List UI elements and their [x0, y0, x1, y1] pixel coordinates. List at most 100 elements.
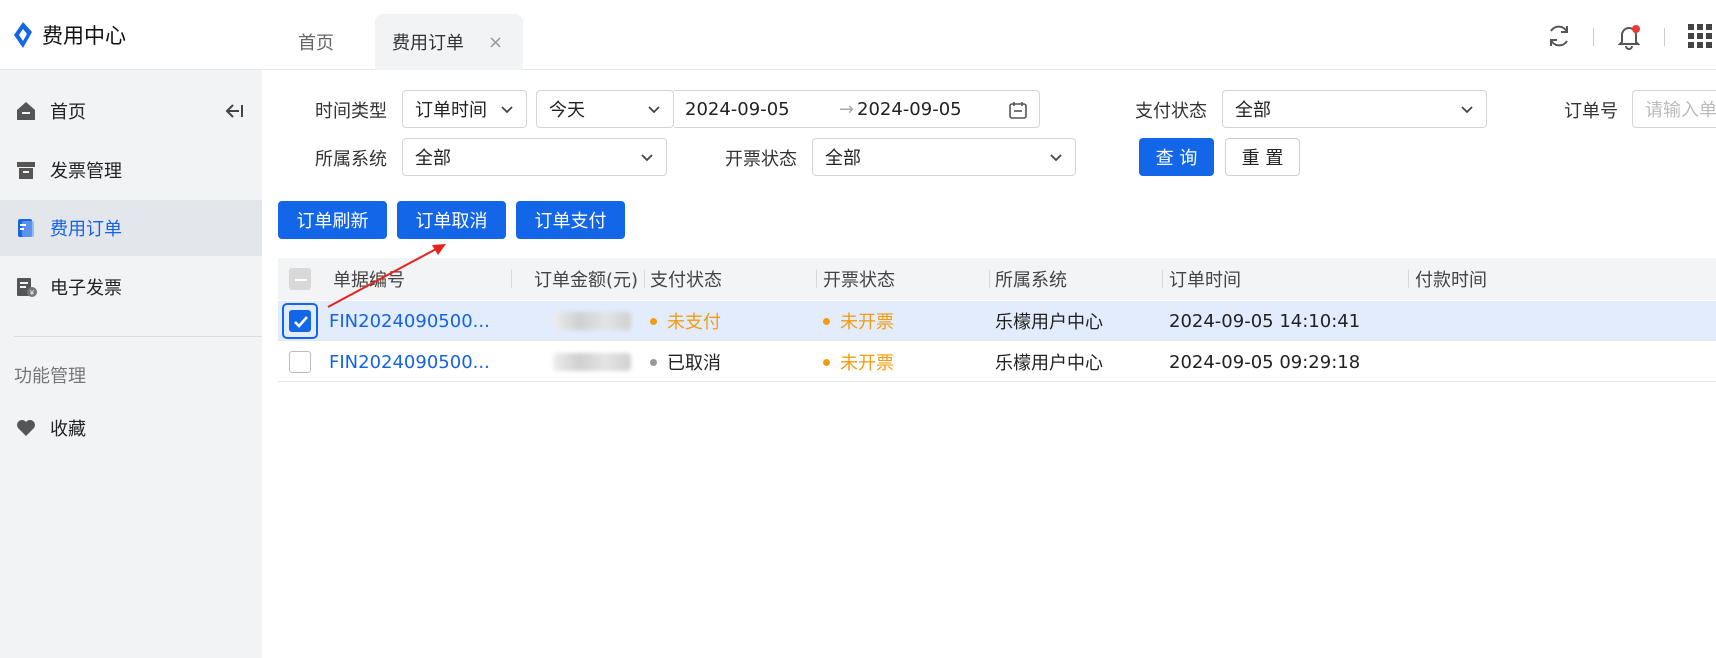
sidebar-item-label: 费用订单	[50, 219, 122, 240]
sidebar-item-home[interactable]: 首页	[0, 83, 262, 139]
sidebar-item-label: 收藏	[50, 419, 86, 440]
invoice-box-icon	[17, 162, 35, 179]
order-no-input[interactable]: 请输入单	[1632, 90, 1716, 128]
e-invoice-icon: ¥	[17, 278, 37, 297]
pay-status-cell: 已取消	[650, 342, 721, 382]
table-row[interactable]: FIN2024090500... 未支付 未开票 乐檬用户中心 2024-09-…	[278, 301, 1716, 341]
table-header: 单据编号 订单金额(元) 支付状态 开票状态 所属系统 订单时间 付款时间	[278, 258, 1716, 300]
row-checkbox[interactable]	[289, 310, 311, 332]
column-header-doc-no[interactable]: 单据编号	[333, 258, 405, 300]
time-type-select[interactable]: 订单时间	[402, 90, 527, 128]
invoice-status-cell: 未开票	[823, 301, 894, 341]
order-pay-button[interactable]: 订单支付	[516, 201, 625, 239]
sidebar-group-title: 功能管理	[14, 366, 86, 387]
period-value: 今天	[549, 100, 585, 121]
sidebar-divider	[14, 336, 262, 337]
system-value: 全部	[415, 148, 451, 169]
sidebar-item-label: 首页	[50, 102, 86, 123]
pay-status-cell: 未支付	[650, 301, 721, 341]
tab-fee-orders-label: 费用订单	[392, 33, 464, 54]
order-no-label: 订单号	[1564, 101, 1618, 122]
system-cell: 乐檬用户中心	[995, 353, 1103, 374]
system-select[interactable]: 全部	[402, 138, 667, 176]
period-select[interactable]: 今天	[536, 90, 674, 128]
column-divider	[989, 270, 990, 288]
notification-bell-icon[interactable]	[1615, 22, 1643, 50]
calendar-icon	[1009, 102, 1027, 119]
heart-icon	[17, 420, 35, 436]
order-doc-icon	[18, 219, 34, 237]
order-cancel-button[interactable]: 订单取消	[397, 201, 506, 239]
collapse-sidebar-icon[interactable]	[224, 101, 244, 121]
app-logo: 费用中心	[12, 20, 126, 50]
invoice-status-text: 未开票	[840, 353, 894, 374]
chevron-down-icon	[501, 106, 513, 114]
chevron-down-icon	[648, 106, 660, 114]
tab-home[interactable]: 首页	[298, 14, 334, 70]
time-type-value: 订单时间	[415, 100, 487, 121]
app-root: 费用中心 首页 费用订单 × 首页 发票管理 费用订单 ¥ 电子发票 功能管理 …	[0, 0, 1716, 658]
row-checkbox[interactable]	[289, 351, 311, 373]
column-header-system[interactable]: 所属系统	[995, 258, 1067, 300]
chevron-down-icon	[641, 154, 653, 162]
doc-no-link[interactable]: FIN2024090500...	[329, 342, 490, 382]
chevron-down-icon	[1050, 154, 1062, 162]
date-start-input[interactable]: 2024-09-05	[685, 99, 790, 120]
tab-home-label: 首页	[298, 33, 334, 54]
close-icon[interactable]: ×	[488, 32, 503, 53]
time-type-label: 时间类型	[315, 101, 387, 122]
invoice-status-value: 全部	[825, 148, 861, 169]
sidebar-item-invoice-management[interactable]: 发票管理	[0, 142, 262, 198]
column-divider	[816, 270, 817, 288]
order-refresh-button[interactable]: 订单刷新	[278, 201, 387, 239]
column-header-invoice-status[interactable]: 开票状态	[823, 258, 895, 300]
sidebar-item-favorites[interactable]: 收藏	[0, 400, 262, 456]
tab-fee-orders[interactable]: 费用订单 ×	[375, 14, 523, 70]
apps-grid-icon[interactable]	[1686, 22, 1714, 50]
doc-no-link[interactable]: FIN2024090500...	[329, 301, 490, 341]
system-label: 所属系统	[315, 149, 387, 170]
date-end-input[interactable]: 2024-09-05	[857, 99, 962, 120]
sidebar: 首页 发票管理 费用订单 ¥ 电子发票 功能管理 收藏	[0, 70, 262, 658]
system-cell: 乐檬用户中心	[995, 312, 1103, 333]
column-header-amount[interactable]: 订单金额(元)	[534, 258, 638, 300]
column-header-order-time[interactable]: 订单时间	[1169, 258, 1241, 300]
chevron-down-icon	[1461, 106, 1473, 114]
header-divider	[1664, 28, 1665, 46]
invoice-status-select[interactable]: 全部	[812, 138, 1076, 176]
brand-logo-icon	[14, 22, 32, 48]
date-range-picker[interactable]: 2024-09-05 → 2024-09-05	[674, 90, 1040, 128]
refresh-icon[interactable]	[1545, 22, 1573, 50]
table-row[interactable]: FIN2024090500... 已取消 未开票 乐檬用户中心 2024-09-…	[278, 342, 1716, 382]
column-header-paid-time[interactable]: 付款时间	[1415, 258, 1487, 300]
header-divider	[1593, 28, 1594, 46]
main-content: 时间类型 订单时间 今天 2024-09-05 → 2024-09-05 支付状…	[262, 82, 1716, 658]
sidebar-item-fee-orders[interactable]: 费用订单	[0, 200, 262, 256]
pay-status-text: 未支付	[667, 312, 721, 333]
status-dot	[650, 317, 657, 325]
status-dot	[823, 317, 830, 325]
column-divider	[644, 270, 645, 288]
check-icon	[294, 316, 308, 328]
pay-status-select[interactable]: 全部	[1222, 90, 1487, 128]
reset-button[interactable]: 重 置	[1225, 138, 1300, 176]
pay-status-text: 已取消	[667, 353, 721, 374]
svg-text:¥: ¥	[30, 289, 35, 297]
amount-cell-redacted	[553, 342, 631, 382]
pay-status-value: 全部	[1235, 100, 1271, 121]
sidebar-item-e-invoice[interactable]: ¥ 电子发票	[0, 259, 262, 315]
column-divider	[1408, 270, 1409, 288]
invoice-status-text: 未开票	[840, 312, 894, 333]
order-time-cell: 2024-09-05 14:10:41	[1169, 310, 1361, 332]
status-dot	[650, 358, 657, 366]
invoice-status-cell: 未开票	[823, 342, 894, 382]
column-header-pay-status[interactable]: 支付状态	[650, 258, 722, 300]
status-dot	[823, 358, 830, 366]
query-button[interactable]: 查 询	[1139, 138, 1214, 176]
top-header: 费用中心 首页 费用订单 ×	[0, 0, 1716, 70]
select-all-checkbox[interactable]	[289, 268, 311, 290]
sidebar-item-label: 发票管理	[50, 161, 122, 182]
column-divider	[1162, 270, 1163, 288]
column-divider	[511, 270, 512, 288]
invoice-status-label: 开票状态	[725, 149, 797, 170]
